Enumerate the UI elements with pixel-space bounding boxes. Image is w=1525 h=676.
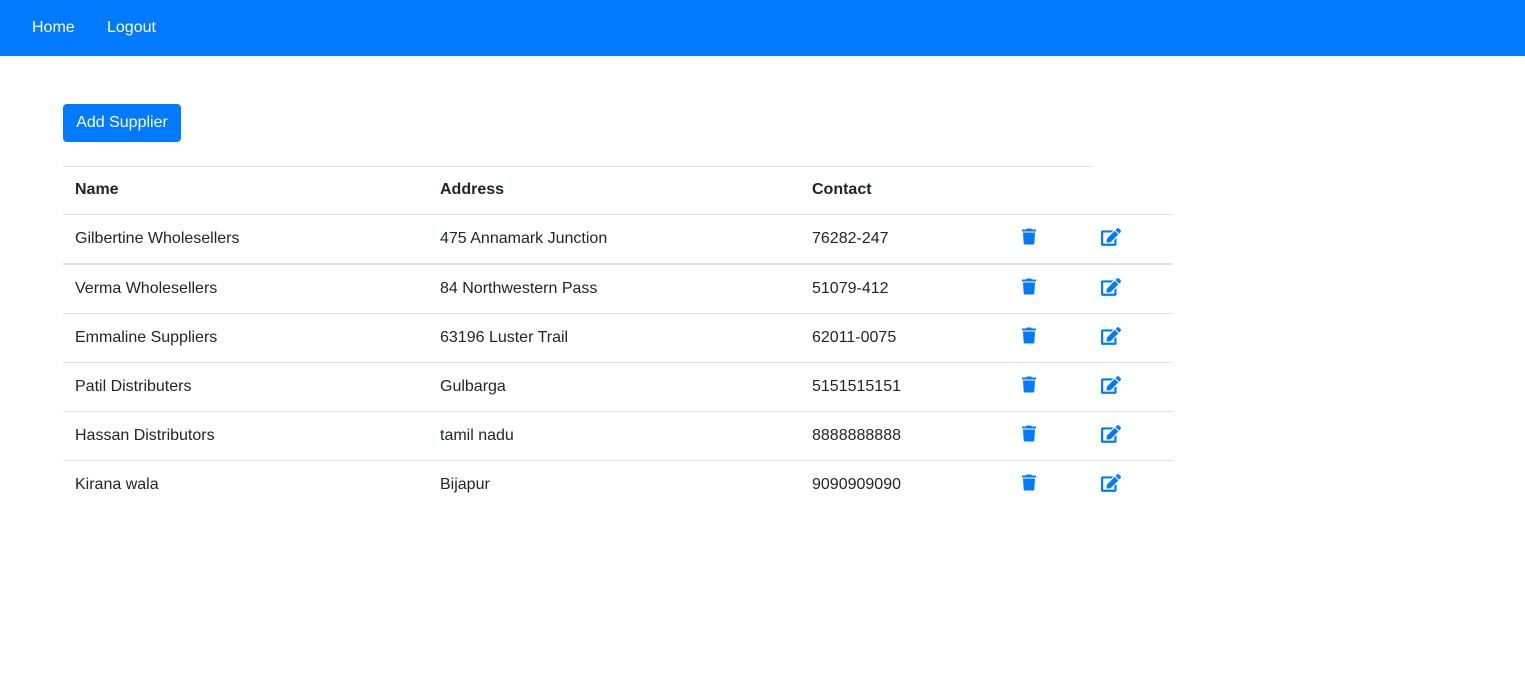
top-navbar: Home Logout — [0, 0, 1525, 56]
column-header-delete — [1018, 166, 1092, 215]
edit-icon[interactable] — [1101, 277, 1121, 296]
supplier-contact: 8888888888 — [800, 411, 1018, 461]
trash-icon[interactable] — [1022, 425, 1040, 443]
edit-icon[interactable] — [1101, 424, 1121, 443]
table-row: Hassan Distributors tamil nadu 8888888888 — [63, 411, 1173, 461]
supplier-address: 63196 Luster Trail — [428, 313, 800, 363]
edit-icon[interactable] — [1101, 326, 1121, 345]
delete-cell — [1018, 264, 1092, 314]
column-header-address: Address — [428, 166, 800, 215]
delete-cell — [1018, 313, 1092, 363]
table-header-row: Name Address Contact — [63, 166, 1173, 215]
delete-cell — [1018, 362, 1092, 412]
supplier-contact: 51079-412 — [800, 264, 1018, 314]
supplier-address: tamil nadu — [428, 411, 800, 461]
edit-icon[interactable] — [1101, 375, 1121, 394]
table-row: Verma Wholesellers 84 Northwestern Pass 51… — [63, 264, 1173, 314]
table-row: Kirana wala Bijapur 9090909090 — [63, 461, 1173, 510]
trash-icon[interactable] — [1022, 474, 1040, 492]
add-supplier-button[interactable]: Add Supplier — [63, 104, 181, 142]
column-header-contact: Contact — [800, 166, 1018, 215]
edit-icon[interactable] — [1101, 227, 1121, 246]
column-header-name: Name — [63, 166, 428, 215]
delete-cell — [1018, 461, 1092, 510]
supplier-table-container: Name Address Contact Gilbertine Wholesel… — [63, 166, 1173, 509]
table-row: Emmaline Suppliers 63196 Luster Trail 6201… — [63, 313, 1173, 363]
supplier-address: 84 Northwestern Pass — [428, 264, 800, 314]
trash-icon[interactable] — [1022, 327, 1040, 345]
edit-cell — [1092, 362, 1173, 412]
supplier-address: Bijapur — [440, 476, 490, 493]
supplier-address: Gulbarga — [428, 362, 800, 412]
edit-cell — [1092, 214, 1173, 265]
supplier-name: Verma Wholesellers — [63, 264, 428, 314]
supplier-name: Emmaline Suppliers — [63, 313, 428, 363]
supplier-name: Patil Distributers — [63, 362, 428, 412]
edit-cell — [1092, 264, 1173, 314]
edit-cell — [1092, 461, 1173, 510]
supplier-name: Hassan Distributors — [63, 411, 428, 461]
delete-cell — [1018, 214, 1092, 265]
table-top-border — [63, 166, 1092, 167]
supplier-address: 475 Annamark Junction — [428, 214, 800, 265]
trash-icon[interactable] — [1022, 278, 1040, 296]
delete-cell — [1018, 411, 1092, 461]
edit-cell — [1092, 411, 1173, 461]
edit-icon[interactable] — [1101, 473, 1121, 492]
trash-icon[interactable] — [1022, 376, 1040, 394]
nav-home-link[interactable]: Home — [32, 18, 75, 38]
supplier-contact: 62011-0075 — [800, 313, 1018, 363]
column-header-edit — [1092, 166, 1173, 215]
supplier-contact: 76282-247 — [800, 214, 1018, 265]
supplier-name: Gilbertine Wholesellers — [63, 214, 428, 265]
edit-cell — [1092, 313, 1173, 363]
supplier-table: Name Address Contact Gilbertine Wholesel… — [63, 166, 1173, 509]
trash-icon[interactable] — [1022, 228, 1040, 246]
nav-logout-link[interactable]: Logout — [107, 18, 156, 38]
table-row: Gilbertine Wholesellers 475 Annamark Junc… — [63, 214, 1173, 265]
supplier-contact: 5151515151 — [800, 362, 1018, 412]
table-row: Patil Distributers Gulbarga 5151515151 — [63, 362, 1173, 412]
supplier-name: Kirana wala — [75, 476, 159, 493]
supplier-contact: 9090909090 — [812, 476, 901, 493]
